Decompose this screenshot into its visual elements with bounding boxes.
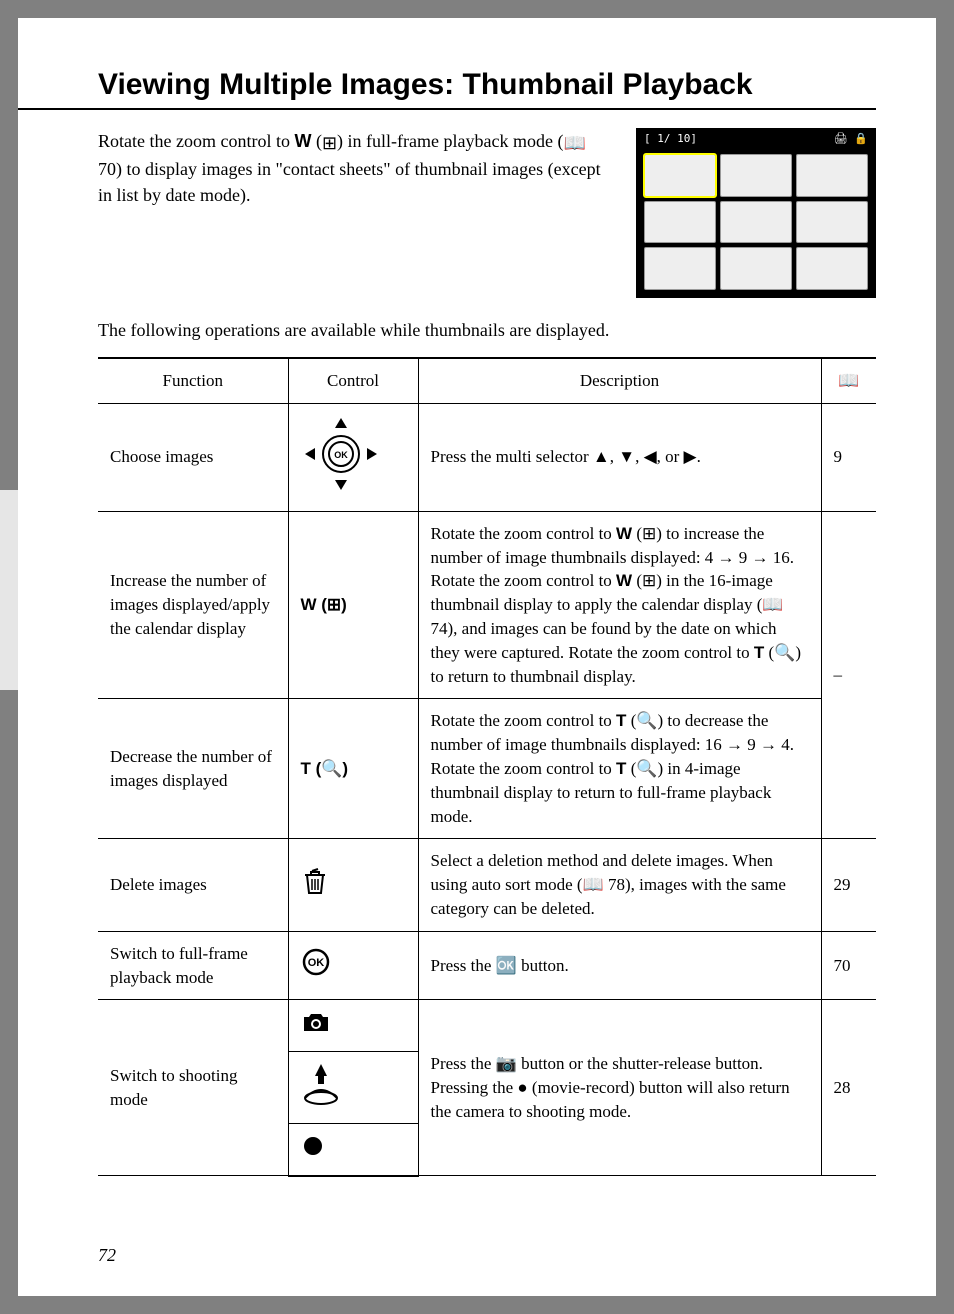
- cell-function: Delete images: [98, 839, 288, 931]
- table-row: Decrease the number of images displayed …: [98, 699, 876, 839]
- title-rule: [18, 108, 876, 110]
- cell-reference: 9: [821, 403, 876, 511]
- shutter-release-icon: [301, 1062, 341, 1106]
- cell-reference: –: [821, 511, 876, 839]
- book-icon: 📖: [838, 371, 859, 390]
- cell-function: Decrease the number of images displayed: [98, 699, 288, 839]
- table-row: Switch to shooting mode Press the 📷 butt…: [98, 1000, 876, 1052]
- thumbnail: [720, 201, 792, 244]
- cell-description: Rotate the zoom control to T (🔍) to decr…: [418, 699, 821, 839]
- cell-control: [288, 839, 418, 931]
- cell-description: Select a deletion method and delete imag…: [418, 839, 821, 931]
- page-title: Viewing Multiple Images: Thumbnail Playb…: [98, 68, 876, 102]
- t-zoom-in-icon: T (🔍): [301, 759, 349, 778]
- thumbnail-preview: [ 1/ 10] 🖨 🔒: [636, 128, 876, 298]
- header-function: Function: [98, 358, 288, 403]
- intro-paragraph: Rotate the zoom control to W (⊞) in full…: [98, 128, 606, 208]
- cell-control: OK: [288, 403, 418, 511]
- table-row: Switch to full-frame playback mode OK Pr…: [98, 931, 876, 1000]
- manual-page: Viewing Multiple Images: Thumbnail Playb…: [18, 18, 936, 1296]
- table-row: Increase the number of images displayed/…: [98, 511, 876, 699]
- thumbnail: [720, 247, 792, 290]
- cell-function: Switch to shooting mode: [98, 1000, 288, 1176]
- cell-control: T (🔍): [288, 699, 418, 839]
- cell-function: Increase the number of images displayed/…: [98, 511, 288, 699]
- cell-control: [288, 1123, 418, 1175]
- book-icon: 📖: [563, 130, 585, 156]
- preview-counter: [ 1/ 10]: [644, 132, 697, 145]
- header-control: Control: [288, 358, 418, 403]
- svg-text:OK: OK: [307, 957, 324, 969]
- cell-control: OK: [288, 931, 418, 1000]
- thumbnail-grid-icon: ⊞: [322, 130, 337, 156]
- cell-reference: 70: [821, 931, 876, 1000]
- camera-icon: [301, 1010, 331, 1034]
- preview-status-icons: 🖨 🔒: [834, 132, 868, 145]
- thumbnail: [644, 154, 716, 197]
- svg-text:OK: OK: [334, 450, 348, 460]
- w-zoom-out-icon: W (⊞): [301, 595, 347, 614]
- cell-function: Switch to full-frame playback mode: [98, 931, 288, 1000]
- operations-intro: The following operations are available w…: [98, 318, 876, 343]
- cell-description: Rotate the zoom control to W (⊞) to incr…: [418, 511, 821, 699]
- cell-description: Press the 🆗 button.: [418, 931, 821, 1000]
- cell-control: [288, 1000, 418, 1052]
- thumbnail: [644, 201, 716, 244]
- w-label: W: [294, 131, 311, 151]
- multiselector-icon: OK: [301, 414, 381, 494]
- movie-record-icon: [301, 1134, 325, 1158]
- cell-control: W (⊞): [288, 511, 418, 699]
- page-number: 72: [98, 1245, 116, 1266]
- table-row: Delete images Select a deletion method a…: [98, 839, 876, 931]
- table-row: Choose images OK Press the multi selecto…: [98, 403, 876, 511]
- cell-control: [288, 1052, 418, 1124]
- ok-button-icon: OK: [301, 947, 331, 977]
- trash-icon: [301, 867, 329, 897]
- table-header-row: Function Control Description 📖: [98, 358, 876, 403]
- cell-reference: 28: [821, 1000, 876, 1176]
- thumbnail: [796, 247, 868, 290]
- cell-reference: 29: [821, 839, 876, 931]
- thumbnail: [796, 154, 868, 197]
- thumbnail: [720, 154, 792, 197]
- cell-function: Choose images: [98, 403, 288, 511]
- operations-table: Function Control Description 📖 Choose im…: [98, 357, 876, 1177]
- intro-row: Rotate the zoom control to W (⊞) in full…: [98, 128, 876, 298]
- cell-description: Press the 📷 button or the shutter-releas…: [418, 1000, 821, 1176]
- header-description: Description: [418, 358, 821, 403]
- header-reference: 📖: [821, 358, 876, 403]
- cell-description: Press the multi selector ▲, ▼, ◀, or ▶.: [418, 403, 821, 511]
- thumbnail: [796, 201, 868, 244]
- thumbnail: [644, 247, 716, 290]
